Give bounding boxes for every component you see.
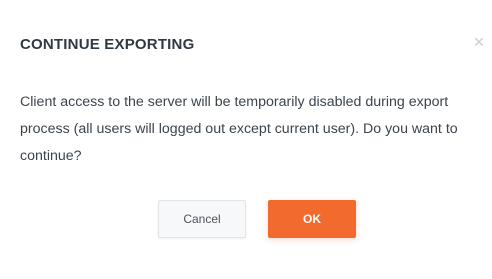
dialog-button-row: Cancel OK (0, 200, 492, 238)
dialog-title: CONTINUE EXPORTING (20, 36, 195, 53)
export-confirm-dialog: CONTINUE EXPORTING ✕ Client access to th… (0, 0, 492, 279)
close-icon[interactable]: ✕ (472, 34, 486, 50)
ok-button[interactable]: OK (268, 200, 356, 238)
dialog-message: Client access to the server will be temp… (20, 94, 458, 164)
cancel-button[interactable]: Cancel (158, 200, 246, 238)
